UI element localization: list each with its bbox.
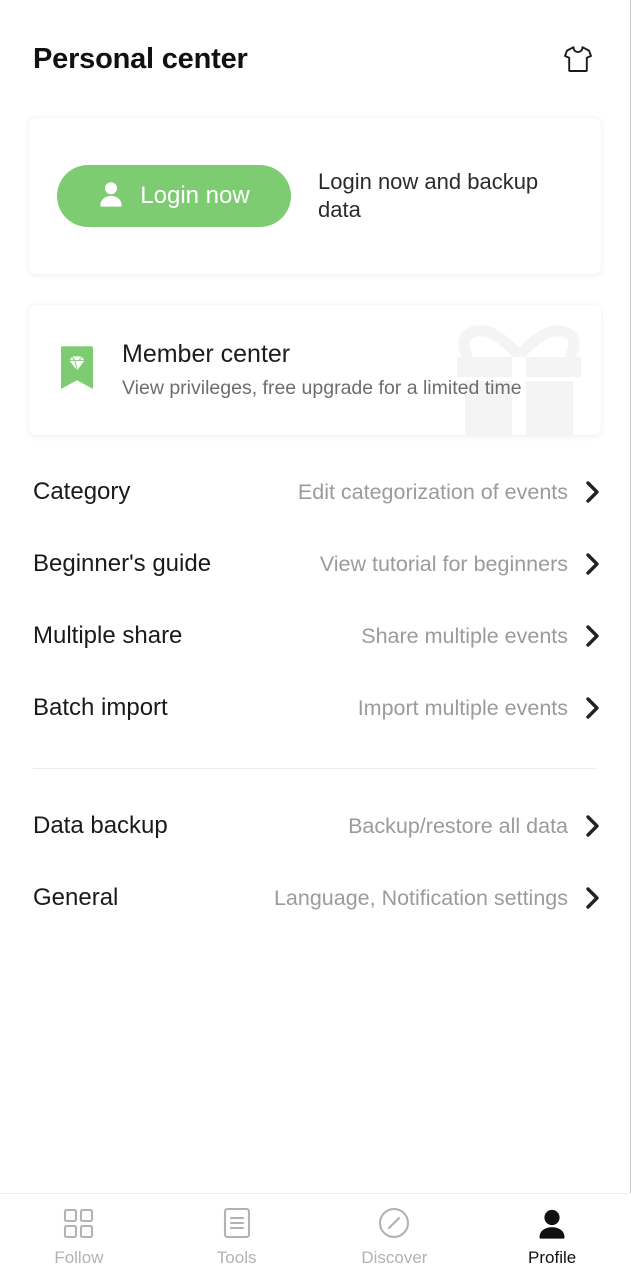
chevron-right-icon [585,624,602,648]
member-center-subtitle: View privileges, free upgrade for a limi… [122,377,522,400]
tshirt-icon[interactable] [556,37,600,81]
bottom-navigation: Follow Tools Discover Profile [0,1193,631,1280]
page-header: Personal center [0,0,630,118]
chevron-right-icon [585,886,602,910]
menu-row-label: Data backup [33,812,168,839]
menu-row-batch-import[interactable]: Batch import Import multiple events [0,672,630,744]
nav-item-label: Discover [361,1248,428,1267]
chevron-right-icon [585,814,602,838]
menu-row-value: Language, Notification settings [273,885,568,910]
menu-row-value: Backup/restore all data [348,813,568,838]
document-lines-icon [223,1206,251,1240]
chevron-right-icon [585,552,602,576]
menu-row-general[interactable]: General Language, Notification settings [0,862,630,934]
menu-row-category[interactable]: Category Edit categorization of events [0,456,630,528]
menu-row-label: General [33,884,119,911]
compass-icon [378,1206,410,1240]
nav-item-discover[interactable]: Discover [316,1194,474,1280]
menu-divider [33,768,597,769]
nav-item-label: Follow [54,1248,104,1267]
menu-row-label: Batch import [33,694,168,721]
menu-row-multiple-share[interactable]: Multiple share Share multiple events [0,600,630,672]
person-icon [98,180,124,212]
menu-row-label: Beginner's guide [33,550,212,577]
menu-row-value: Import multiple events [357,695,568,720]
grid-icon [63,1206,94,1240]
menu-row-data-backup[interactable]: Data backup Backup/restore all data [0,790,630,862]
login-now-button-label: Login now [140,182,250,209]
menu-row-label: Multiple share [33,622,183,649]
login-note: Login now and backup data [318,168,539,222]
diamond-badge-icon [58,345,96,391]
nav-item-label: Profile [528,1248,577,1267]
chevron-right-icon [585,696,602,720]
menu-group-1: Category Edit categorization of events B… [0,456,630,744]
settings-menu: Category Edit categorization of events B… [0,456,630,934]
menu-row-value: Share multiple events [361,623,568,648]
menu-row-value: Edit categorization of events [297,479,568,504]
nav-item-tools[interactable]: Tools [158,1194,316,1280]
menu-row-value: View tutorial for beginners [319,551,568,576]
menu-row-label: Category [33,478,131,505]
person-filled-icon [537,1206,567,1240]
member-center-title: Member center [122,339,291,368]
chevron-right-icon [585,480,602,504]
nav-item-label: Tools [216,1248,257,1267]
page-title: Personal center [33,42,248,75]
member-center-card[interactable]: Member center View privileges, free upgr… [29,305,601,435]
menu-group-2: Data backup Backup/restore all data Gene… [0,790,630,934]
nav-item-profile[interactable]: Profile [473,1194,631,1280]
login-card: Login now Login now and backup data [29,118,601,274]
menu-row-beginners-guide[interactable]: Beginner's guide View tutorial for begin… [0,528,630,600]
nav-item-follow[interactable]: Follow [0,1194,158,1280]
login-now-button[interactable]: Login now [57,165,291,227]
